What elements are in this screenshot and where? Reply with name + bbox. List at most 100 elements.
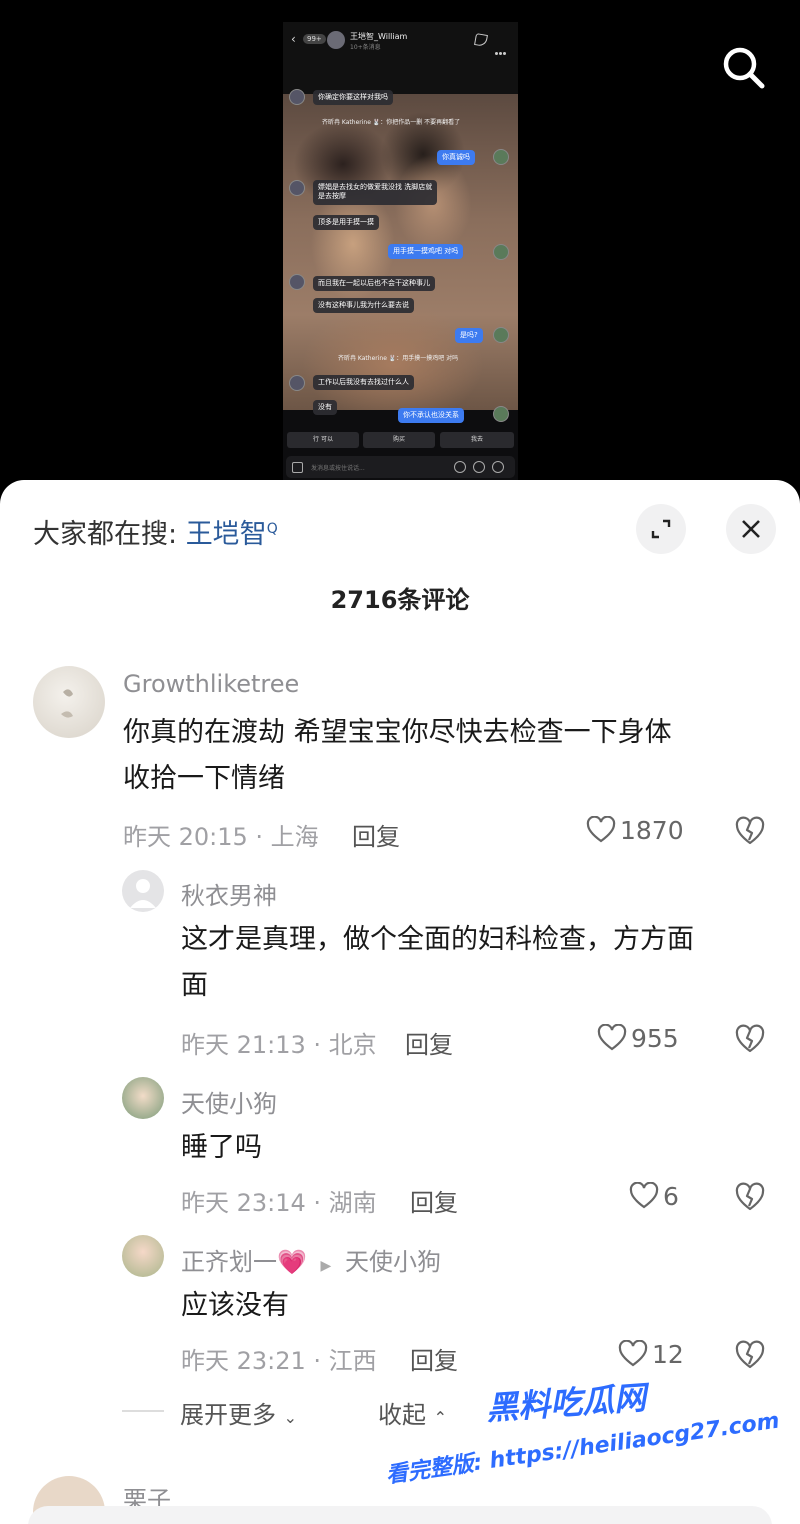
expand-more-label: 展开更多 [180, 1401, 276, 1429]
chevron-down-icon: ⌄ [283, 1408, 298, 1427]
like-count: 955 [631, 1024, 679, 1053]
reply-arrow-icon: ▶ [320, 1258, 332, 1274]
back-icon: ‹ [291, 32, 296, 46]
quick-reply[interactable]: 购买 [363, 432, 435, 448]
sender-avatar [289, 180, 305, 196]
message-bubble: 没有这种事儿我为什么要去说 [313, 298, 414, 314]
trending-search[interactable]: 大家都在搜: 王垲智Q [33, 512, 278, 551]
like-button[interactable]: 12 [618, 1339, 684, 1369]
comment-username-row: 正齐划一💗 ▶ 天使小狗 [181, 1242, 441, 1277]
like-count: 12 [652, 1340, 684, 1369]
contact-subtitle: 10+条消息 [350, 44, 381, 51]
fullscreen-button[interactable] [636, 504, 686, 554]
like-count: 1870 [620, 816, 684, 845]
quoted-message: 齐昕冉 Katherine 🐰：你把作品一删 不要再翻看了 [322, 119, 461, 126]
reply-button[interactable]: 回复 [410, 1183, 458, 1218]
contact-name: 王垲智_William [350, 32, 408, 41]
quoted-message: 齐昕冉 Katherine 🐰：用手摸一摸鸡吧 对吗 [338, 355, 459, 362]
comment-composer[interactable] [28, 1506, 772, 1524]
like-button[interactable]: 6 [629, 1181, 679, 1211]
comment-text-line: 收拾一下情绪 [123, 763, 285, 794]
chevron-up-icon: ⌃ [433, 1408, 448, 1427]
message-bubble: 工作以后我没有去找过什么人 [313, 375, 414, 391]
search-icon[interactable] [716, 40, 772, 96]
search-small-icon: Q [266, 521, 278, 537]
dislike-button[interactable] [734, 1340, 766, 1374]
divider [122, 1410, 164, 1412]
expand-icon [651, 519, 671, 539]
comment-text-line: 这才是真理，做个全面的妇科检查，方方面 [181, 924, 694, 955]
heart-icon [618, 1339, 648, 1367]
chat-background-photo: 你确定你要这样对我吗 齐昕冉 Katherine 🐰：你把作品一删 不要再翻看了… [283, 89, 518, 416]
sender-avatar [289, 274, 305, 290]
avatar[interactable] [122, 1235, 164, 1277]
broken-heart-icon [735, 1340, 765, 1369]
chat-input-bar: 发消息或按住说话... [286, 456, 515, 478]
comment-meta: 昨天 21:13 · 北京 [181, 1031, 377, 1059]
dislike-button[interactable] [734, 1024, 766, 1058]
chat-input-placeholder: 发消息或按住说话... [311, 465, 365, 472]
trending-prefix: 大家都在搜: [33, 519, 186, 550]
broken-heart-icon [735, 1024, 765, 1053]
comment-text: 应该没有 [181, 1290, 289, 1321]
heart-icon [597, 1023, 627, 1051]
broken-heart-icon [735, 816, 765, 845]
collapse-button[interactable]: 收起 ⌃ [378, 1395, 447, 1430]
comment-text: 你真的在渡劫 希望宝宝你尽快去检查一下身体 收拾一下情绪 [123, 710, 672, 802]
video-player[interactable]: ‹ 99+ 王垲智_William 10+条消息 你确定你要这样对我吗 齐昕冉 … [0, 0, 800, 500]
message-bubble: 用手摸一摸鸡吧 对吗 [388, 244, 464, 260]
like-button[interactable]: 955 [597, 1023, 679, 1053]
heart-icon [629, 1181, 659, 1209]
comment-username[interactable]: 正齐划一💗 [181, 1248, 307, 1276]
like-button[interactable]: 1870 [586, 815, 684, 845]
my-avatar [493, 244, 509, 260]
comment-sheet: 大家都在搜: 王垲智Q 2716条评论 Growthliketree 你真的在渡… [0, 480, 800, 1524]
message-bubble: 是吗? [455, 328, 483, 344]
reply-to-username[interactable]: 天使小狗 [345, 1248, 441, 1276]
emoji-icon [473, 461, 485, 473]
chat-screenshot: ‹ 99+ 王垲智_William 10+条消息 你确定你要这样对我吗 齐昕冉 … [283, 22, 518, 482]
comment-text-line: 面 [181, 970, 208, 1001]
avatar[interactable] [122, 1077, 164, 1119]
reply-button[interactable]: 回复 [410, 1341, 458, 1376]
dislike-button[interactable] [734, 1182, 766, 1216]
comment-meta: 昨天 23:21 · 江西 [181, 1347, 377, 1375]
unread-badge: 99+ [303, 34, 326, 44]
chat-header: ‹ 99+ 王垲智_William 10+条消息 [283, 22, 518, 94]
expand-more-button[interactable]: 展开更多 ⌄ [180, 1395, 297, 1430]
comment-username[interactable]: 天使小狗 [181, 1084, 277, 1119]
phone-icon [474, 33, 488, 47]
reply-button[interactable]: 回复 [352, 817, 400, 852]
dislike-button[interactable] [734, 816, 766, 850]
message-bubble: 顶多是用手摸一摸 [313, 215, 379, 231]
send-icon [454, 461, 466, 473]
my-avatar [493, 406, 509, 422]
comment-text: 睡了吗 [181, 1132, 262, 1163]
trending-keyword[interactable]: 王垲智 [186, 519, 267, 550]
my-avatar [493, 149, 509, 165]
message-bubble: 你不承认也没关系 [398, 408, 464, 424]
contact-avatar [327, 31, 345, 49]
message-bubble: 你确定你要这样对我吗 [313, 90, 393, 106]
apps-icon [292, 462, 303, 473]
comment-count: 2716条评论 [330, 586, 470, 614]
comment-meta: 昨天 20:15 · 上海 [123, 823, 319, 851]
close-button[interactable] [726, 504, 776, 554]
comment-text: 这才是真理，做个全面的妇科检查，方方面面 [181, 917, 694, 1009]
heart-icon [586, 815, 616, 843]
avatar[interactable] [122, 870, 164, 912]
more-icon [495, 40, 507, 55]
collapse-label: 收起 [378, 1401, 426, 1429]
broken-heart-icon [735, 1182, 765, 1211]
avatar[interactable] [33, 666, 105, 738]
comment-username[interactable]: Growthliketree [123, 670, 299, 698]
message-bubble: 你真诚吗 [437, 150, 475, 166]
reply-button[interactable]: 回复 [405, 1025, 453, 1060]
quick-reply[interactable]: 我去 [440, 432, 514, 448]
comment-text-line: 你真的在渡劫 希望宝宝你尽快去检查一下身体 [123, 717, 672, 748]
comment-meta: 昨天 23:14 · 湖南 [181, 1189, 377, 1217]
message-bubble: 嫖娼是去找女的做爱我没找 洗脚店就 是去按摩 [313, 180, 438, 205]
comment-username[interactable]: 秋衣男神 [181, 876, 277, 911]
quick-reply[interactable]: 行 可以 [287, 432, 359, 448]
plus-icon [492, 461, 504, 473]
